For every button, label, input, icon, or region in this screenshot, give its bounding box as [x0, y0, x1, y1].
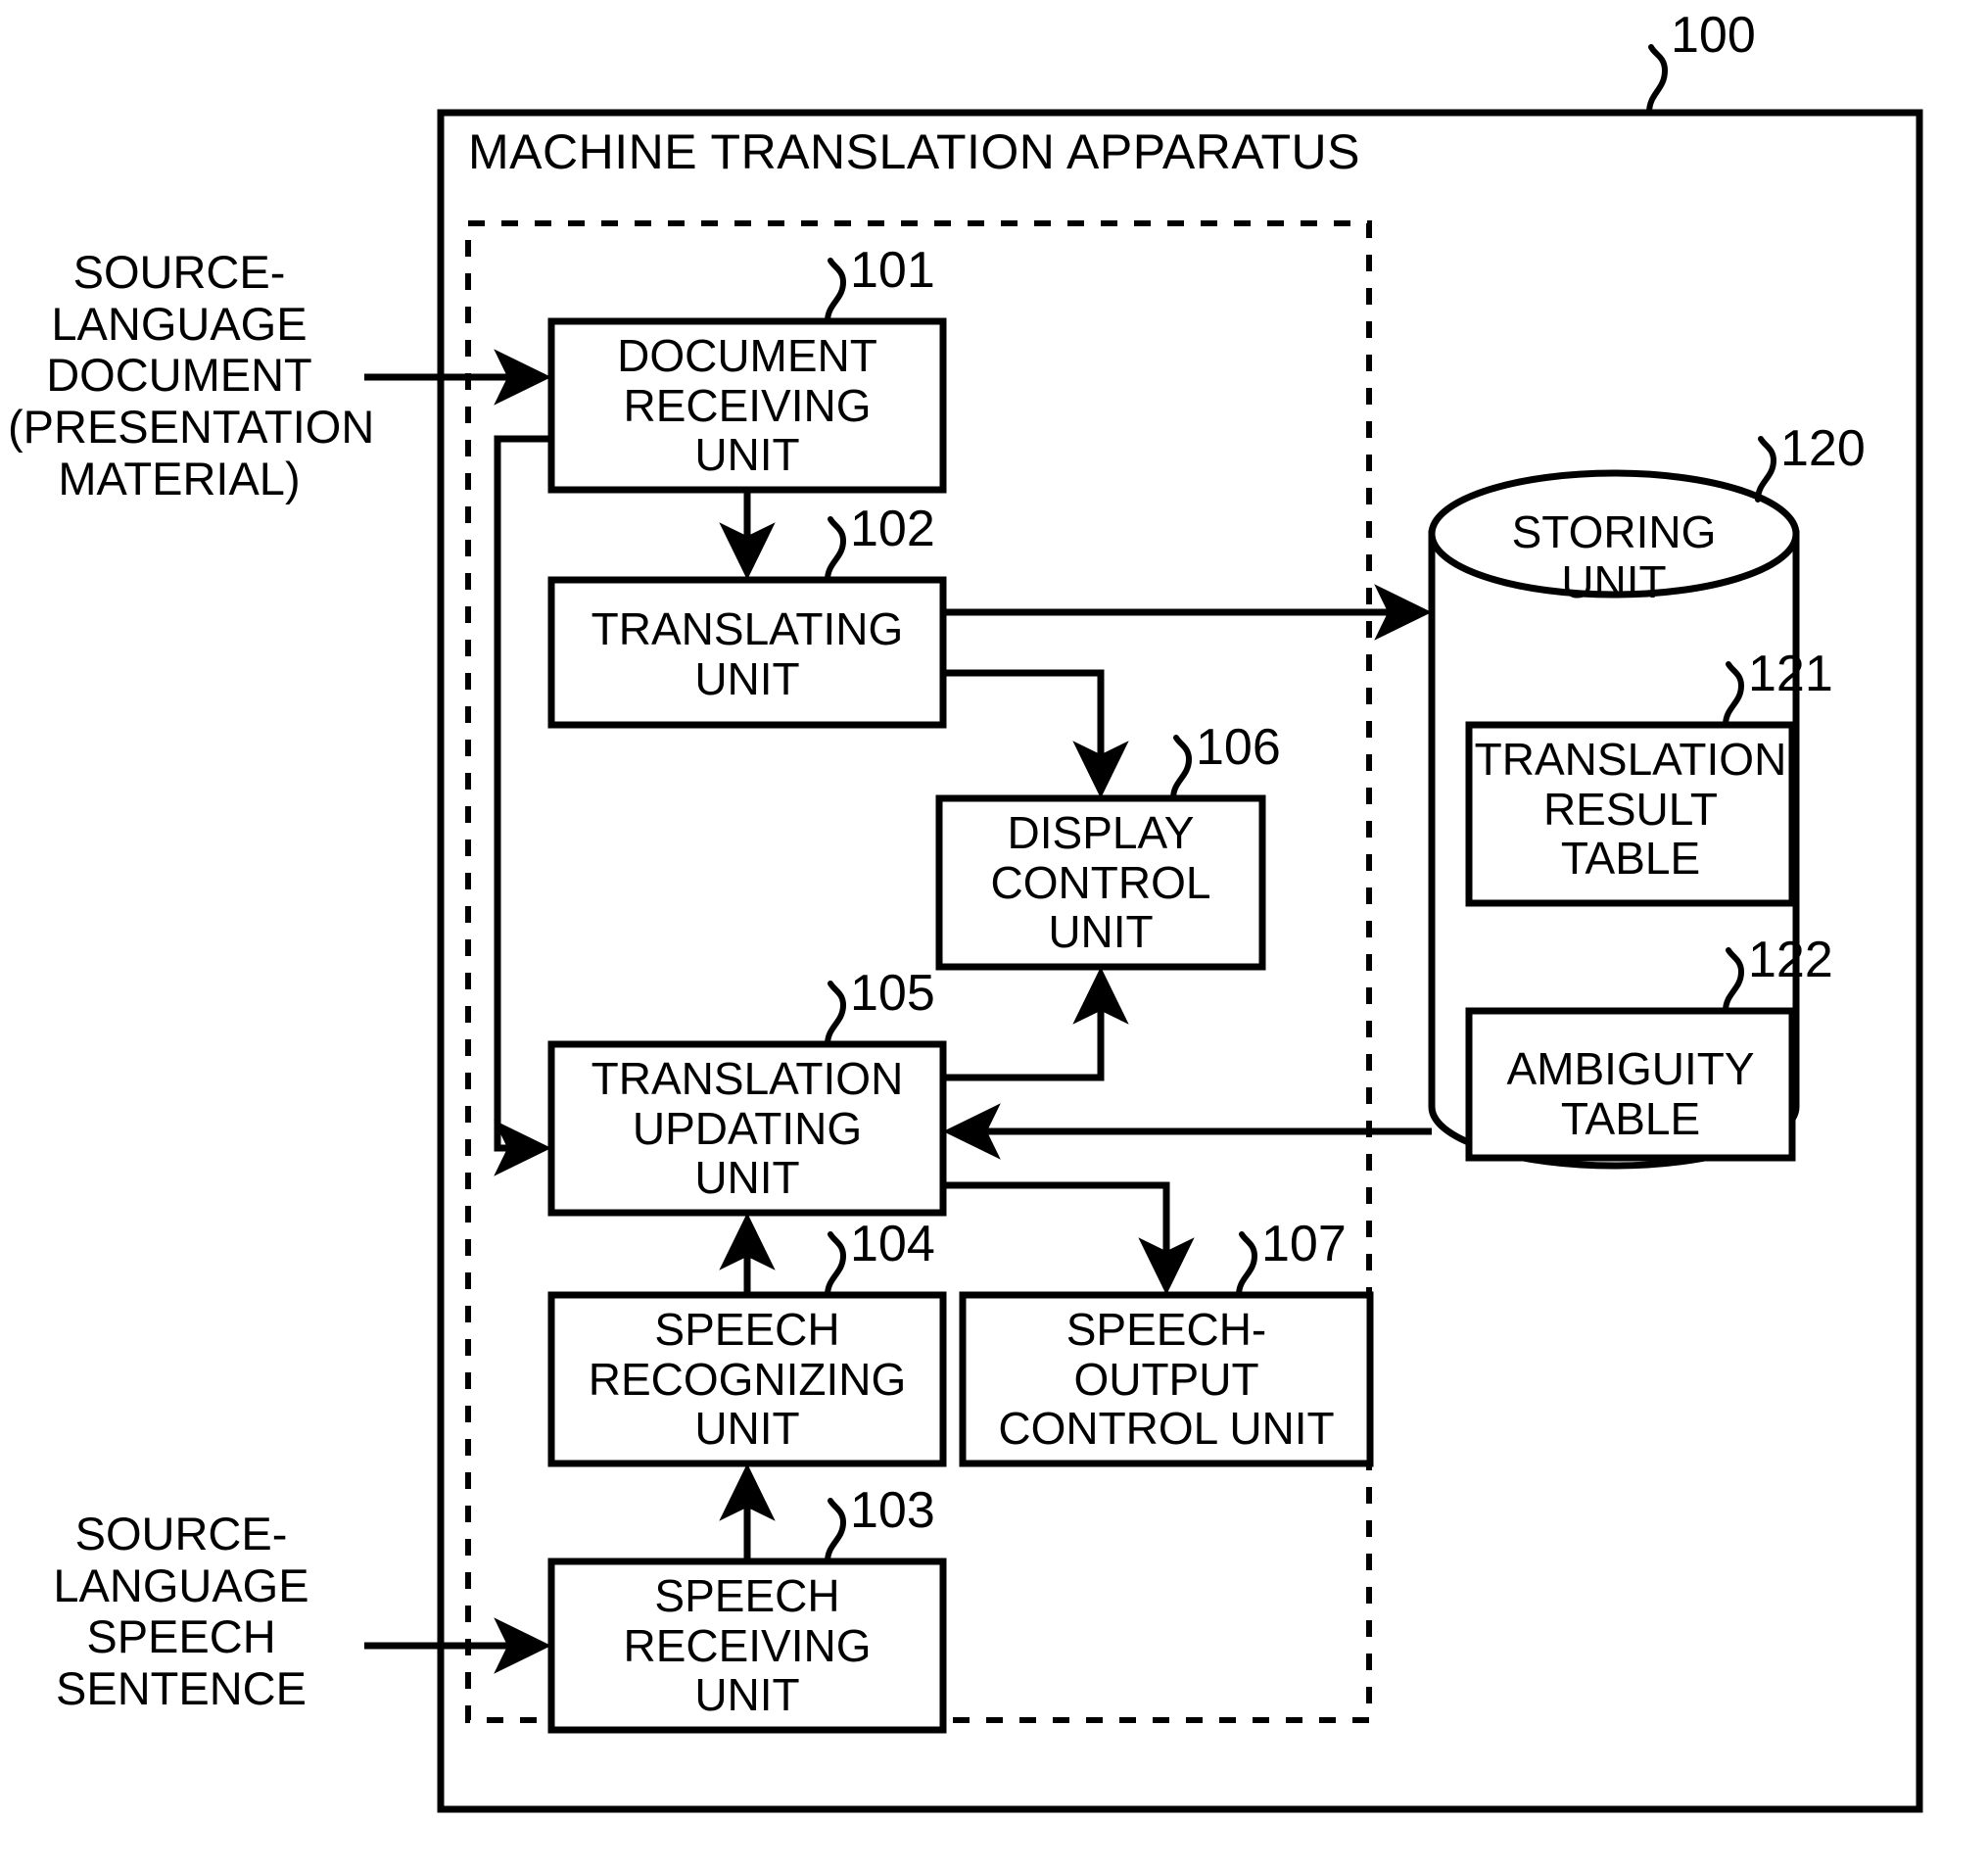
- page-title: MACHINE TRANSLATION APPARATUS: [468, 124, 1360, 179]
- path-105-to-107: [943, 1181, 1195, 1295]
- numeral-105: 105: [850, 965, 935, 1022]
- block-101-label[interactable]: DOCUMENT RECEIVING UNIT: [551, 331, 943, 480]
- numeral-106: 106: [1196, 719, 1281, 776]
- path-101-to-105: [494, 435, 551, 1176]
- leader-101: [825, 258, 847, 324]
- numeral-104: 104: [850, 1216, 935, 1272]
- storing-unit-label[interactable]: STORING UNIT: [1432, 507, 1796, 606]
- patent-figure: MACHINE TRANSLATION APPARATUS 100 SOURCE…: [0, 0, 1988, 1870]
- leader-104: [825, 1231, 847, 1298]
- numeral-122: 122: [1748, 932, 1833, 988]
- numeral-121: 121: [1748, 646, 1833, 702]
- numeral-101: 101: [850, 242, 935, 299]
- numeral-107: 107: [1261, 1216, 1347, 1272]
- leader-103: [825, 1498, 847, 1564]
- path-102-to-106: [943, 669, 1129, 798]
- block-103-label[interactable]: SPEECH RECEIVING UNIT: [551, 1571, 943, 1720]
- block-106-label[interactable]: DISPLAY CONTROL UNIT: [939, 808, 1262, 957]
- block-105-label[interactable]: TRANSLATION UPDATING UNIT: [546, 1054, 948, 1203]
- numeral-100: 100: [1671, 7, 1756, 64]
- table-122-label[interactable]: AMBIGUITY TABLE: [1469, 1044, 1792, 1143]
- leader-100: [1646, 44, 1669, 116]
- external-input-source-language-speech: SOURCE- LANGUAGE SPEECH SENTENCE: [53, 1508, 309, 1714]
- block-107-label[interactable]: SPEECH- OUTPUT CONTROL UNIT: [963, 1305, 1370, 1454]
- external-input-source-language-document: SOURCE- LANGUAGE DOCUMENT (PRESENTATION …: [8, 246, 375, 504]
- numeral-103: 103: [850, 1482, 935, 1539]
- leader-120: [1755, 436, 1777, 503]
- numeral-102: 102: [850, 501, 935, 557]
- leader-102: [825, 516, 847, 583]
- leader-106: [1170, 735, 1193, 801]
- block-102-label[interactable]: TRANSLATING UNIT: [551, 604, 943, 703]
- block-104-label[interactable]: SPEECH RECOGNIZING UNIT: [546, 1305, 948, 1454]
- leader-107: [1236, 1231, 1258, 1298]
- table-121-label[interactable]: TRANSLATION RESULT TABLE: [1469, 735, 1792, 884]
- leader-105: [825, 981, 847, 1047]
- numeral-120: 120: [1780, 420, 1866, 477]
